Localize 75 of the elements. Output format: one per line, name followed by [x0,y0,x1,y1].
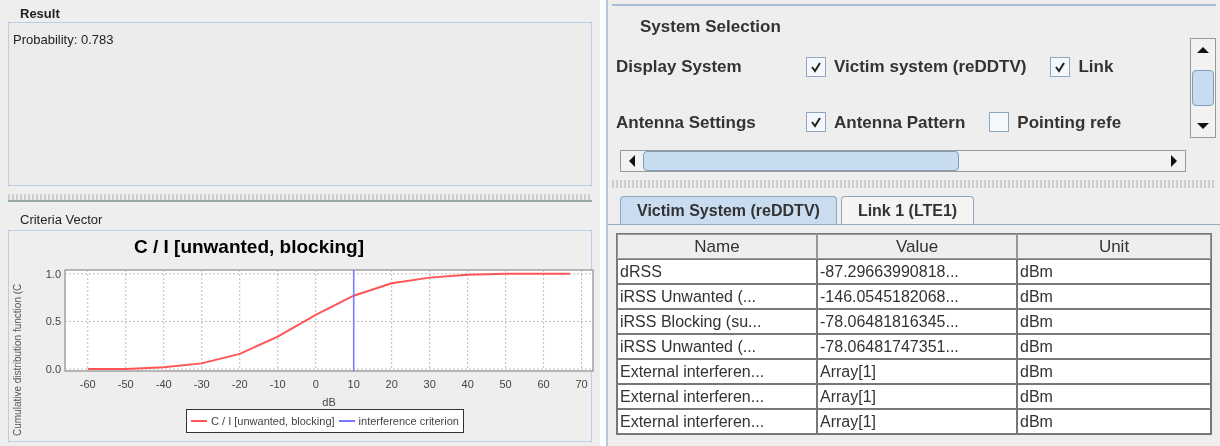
probability-text: Probability: 0.783 [13,32,114,47]
tick-label: -50 [117,378,134,390]
chart-title: C / I [unwanted, blocking] [133,236,365,257]
checkmark-icon [1054,60,1067,73]
tick-label: 60 [537,378,550,390]
tick-label: 50 [499,378,512,390]
scroll-right-icon[interactable] [1171,155,1177,167]
tick-label: -40 [155,378,172,390]
vertical-scrollbar[interactable] [1190,38,1216,138]
table-cell: External interferen... [617,384,817,409]
table-cell: Array[1] [817,384,1017,409]
checkbox[interactable] [1050,56,1071,77]
table-cell: dBm [1017,259,1211,284]
tick-label: 20 [385,378,398,390]
panel-title: Result [19,5,61,22]
tick-label: 70 [575,378,588,390]
legend-label: interference criterion [358,413,459,429]
tab[interactable]: Link 1 (LTE1) [840,196,975,224]
table-cell: Array[1] [817,409,1017,434]
column-header[interactable]: Unit [1017,234,1211,259]
legend-line-icon [338,420,355,422]
axis-label: Cumulative distribution function (C [12,283,23,436]
tick-label: -30 [193,378,210,390]
table-cell: dBm [1017,309,1211,334]
table-cell: External interferen... [617,409,817,434]
checkmark-icon [810,60,822,73]
section-title: System Selection [639,16,782,38]
tick-label: -60 [79,378,96,390]
tick-label: 30 [423,378,436,390]
tick-label: 0 [312,378,319,390]
table-cell: iRSS Unwanted (... [617,334,817,359]
table-cell: dRSS [617,259,817,284]
legend-line-icon [191,420,208,422]
table-cell: iRSS Blocking (su... [617,309,817,334]
table-cell: dBm [1017,384,1211,409]
row-label: Display System [616,56,743,78]
tick-label: 10 [347,378,360,390]
table-cell: -146.0545182068... [817,284,1017,309]
column-header[interactable]: Value [817,234,1017,259]
column-header[interactable]: Name [617,234,817,259]
tab[interactable]: Victim System (reDDTV) [620,196,837,224]
table-cell: iRSS Unwanted (... [617,284,817,309]
checkbox-label: Antenna Pattern [834,111,966,134]
scroll-up-icon[interactable] [1197,47,1209,53]
checkbox[interactable] [806,112,826,133]
checkbox[interactable] [806,56,826,77]
checkmark-icon [810,116,822,129]
legend-label: C / I [unwanted, blocking] [211,413,335,429]
horizontal-scrollbar[interactable] [620,150,1186,172]
table-cell: -78.06481816345... [817,309,1017,334]
table-cell: -78.06481747351... [817,334,1017,359]
table-cell: dBm [1017,334,1211,359]
scroll-left-icon[interactable] [629,155,635,167]
tick-label: -10 [269,378,286,390]
table-cell: dBm [1017,284,1211,309]
table-cell: dBm [1017,359,1211,384]
tick-label: -20 [231,378,248,390]
checkbox-label: Victim system (reDDTV) [834,56,1027,78]
table-cell: dBm [1017,409,1211,434]
table-cell: Array[1] [817,359,1017,384]
tick-label: 40 [461,378,474,390]
checkbox[interactable] [989,112,1010,133]
scroll-thumb[interactable] [1192,70,1214,106]
scroll-thumb[interactable] [643,151,959,171]
tick-label: 0.0 [45,363,61,376]
panel-title: Criteria Vector [19,211,104,229]
row-label: Antenna Settings [616,111,757,134]
checkbox-label: Link [1078,56,1114,78]
table-cell: External interferen... [617,359,817,384]
scroll-down-icon[interactable] [1197,123,1209,129]
table-cell: -87.29663990818... [817,259,1017,284]
checkbox-label: Pointing refe [1017,111,1122,134]
axis-label: dB [322,396,336,408]
tick-label: 0.5 [45,315,61,328]
tick-label: 1.0 [45,267,61,280]
